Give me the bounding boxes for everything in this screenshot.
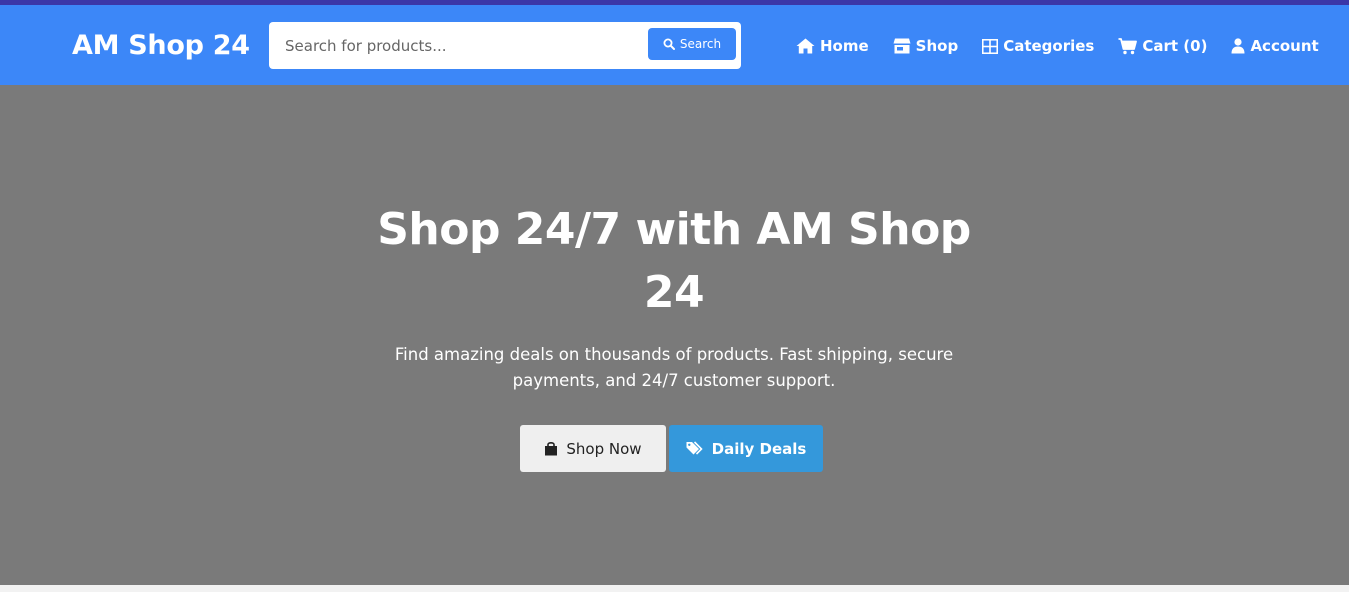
- daily-deals-label: Daily Deals: [711, 439, 807, 458]
- grid-icon: [982, 38, 999, 54]
- nav-item-label: Home: [820, 37, 869, 55]
- main-nav: Home Shop Categories Cart (0) Account: [796, 34, 1319, 58]
- shop-now-button[interactable]: Shop Now: [520, 425, 666, 472]
- home-icon: [796, 38, 815, 54]
- nav-item-cart[interactable]: Cart (0): [1118, 37, 1207, 55]
- shop-now-label: Shop Now: [566, 439, 642, 458]
- search-input[interactable]: [269, 22, 644, 69]
- nav-item-home[interactable]: Home: [796, 37, 869, 55]
- navbar: AM Shop 24 Search Home Shop: [0, 5, 1349, 85]
- nav-item-shop[interactable]: Shop: [893, 37, 959, 55]
- nav-item-label: Cart (0): [1142, 37, 1208, 55]
- daily-deals-button[interactable]: Daily Deals: [669, 425, 823, 472]
- cart-icon: [1118, 37, 1138, 54]
- hero-banner: Shop 24/7 with AM Shop 24 Find amazing d…: [0, 85, 1349, 585]
- shopping-bag-icon: [545, 441, 558, 456]
- store-icon: [893, 38, 911, 54]
- nav-item-label: Account: [1250, 37, 1319, 55]
- search-button[interactable]: Search: [648, 28, 736, 60]
- hero-subtitle: Find amazing deals on thousands of produ…: [394, 345, 954, 390]
- nav-item-label: Shop: [915, 37, 959, 55]
- search-bar: Search: [269, 22, 741, 69]
- hero-title: Shop 24/7 with AM Shop 24: [377, 204, 971, 318]
- brand-logo[interactable]: AM Shop 24: [72, 29, 250, 63]
- tags-icon: [686, 441, 703, 455]
- nav-item-account[interactable]: Account: [1231, 37, 1319, 55]
- nav-item-label: Categories: [1003, 37, 1095, 55]
- user-icon: [1231, 38, 1245, 54]
- search-icon: [663, 38, 675, 50]
- search-button-label: Search: [679, 37, 722, 51]
- nav-item-categories[interactable]: Categories: [982, 37, 1094, 55]
